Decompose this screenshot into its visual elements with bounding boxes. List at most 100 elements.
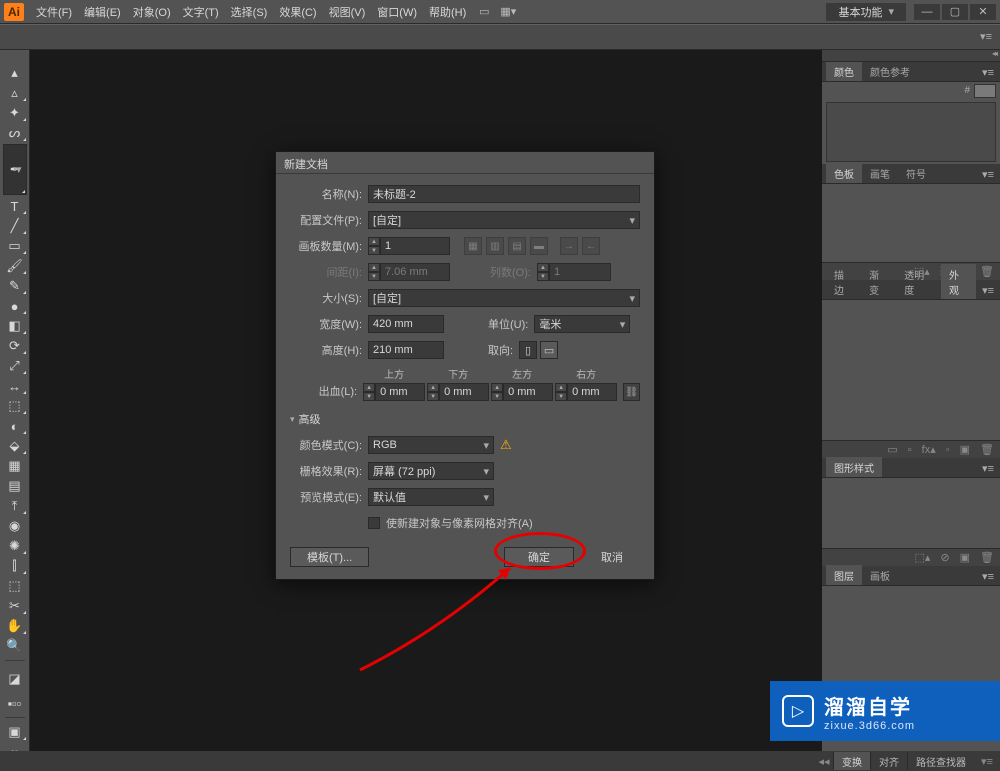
appear-fx-icon[interactable]: fx▴	[922, 443, 936, 456]
appear-icon-5[interactable]: ▣	[960, 443, 970, 456]
select-size[interactable]: [自定]	[368, 289, 640, 307]
tool-gradient[interactable]: ▤	[3, 477, 27, 495]
bleed-link-icon[interactable]: ⛓	[623, 383, 640, 401]
button-ok[interactable]: 确定	[504, 547, 574, 567]
min-button[interactable]: —	[914, 4, 940, 20]
panel-layers-menu[interactable]: ▾≡	[976, 570, 1000, 585]
tool-symbol-sprayer[interactable]: ✺	[3, 537, 27, 555]
select-unit[interactable]: 毫米	[534, 315, 630, 333]
panel-collapse[interactable]	[822, 50, 1000, 62]
tool-graph[interactable]: ⫿	[3, 557, 27, 575]
styles-new-icon[interactable]: ▣	[960, 551, 970, 564]
orient-landscape[interactable]: ▭	[540, 341, 558, 359]
menu-help[interactable]: 帮助(H)	[423, 4, 472, 20]
appear-icon-2[interactable]: ▫	[908, 444, 912, 456]
tab-layers[interactable]: 图层	[826, 565, 862, 585]
menu-object[interactable]: 对象(O)	[127, 4, 177, 20]
spinner-bleed-bottom[interactable]: ▲▼	[427, 383, 439, 401]
input-width[interactable]	[368, 315, 444, 333]
grid-by-row-icon[interactable]: ▦	[464, 237, 482, 255]
select-profile[interactable]: [自定]	[368, 211, 640, 229]
max-button[interactable]: ▢	[942, 4, 968, 20]
checkbox-align-pixel[interactable]	[368, 517, 380, 529]
input-bleed-bottom[interactable]	[439, 383, 489, 401]
color-spectrum[interactable]	[826, 102, 996, 162]
tool-paintbrush[interactable]: 🖌	[3, 257, 27, 275]
orient-portrait[interactable]: ▯	[519, 341, 537, 359]
tool-hand[interactable]: ✋	[3, 617, 27, 635]
tool-artboard[interactable]: ⬚	[3, 577, 27, 595]
tool-pen[interactable]: ✒	[3, 144, 27, 195]
workspace-switcher[interactable]: 基本功能▾	[826, 3, 906, 21]
input-name[interactable]	[368, 185, 640, 203]
tab-stroke[interactable]: 描边	[826, 264, 861, 299]
button-cancel[interactable]: 取消	[584, 547, 640, 567]
spinner-bleed-top[interactable]: ▲▼	[363, 383, 375, 401]
tab-brushes[interactable]: 画笔	[862, 163, 898, 183]
tab-gradient[interactable]: 渐变	[861, 264, 896, 299]
tool-type[interactable]: T	[3, 197, 27, 215]
input-artboards[interactable]	[380, 237, 450, 255]
tool-magic-wand[interactable]: ✦	[3, 104, 27, 122]
status-tab-pathfinder[interactable]: 路径查找器	[907, 752, 974, 770]
input-bleed-left[interactable]	[503, 383, 553, 401]
section-advanced[interactable]: 高级	[290, 411, 640, 427]
select-colormode[interactable]: RGB	[368, 436, 494, 454]
menu-file[interactable]: 文件(F)	[30, 4, 78, 20]
panel-styles-menu[interactable]: ▾≡	[976, 462, 1000, 477]
tool-eraser[interactable]: ◧	[3, 317, 27, 335]
ltr-icon[interactable]: →	[560, 237, 578, 255]
input-bleed-right[interactable]	[567, 383, 617, 401]
tool-mesh[interactable]: ▦	[3, 457, 27, 475]
tool-width[interactable]: ↔	[3, 377, 27, 395]
tab-symbols[interactable]: 符号	[898, 163, 934, 183]
status-menu-icon[interactable]: ▾≡	[978, 753, 996, 769]
close-button[interactable]: ✕	[970, 4, 996, 20]
status-tab-transform[interactable]: 变换	[833, 752, 870, 770]
menu-view[interactable]: 视图(V)	[323, 4, 372, 20]
tab-transparency[interactable]: 透明度	[896, 264, 941, 299]
appear-icon-4[interactable]: ◦	[946, 444, 950, 456]
button-template[interactable]: 模板(T)...	[290, 547, 369, 567]
tab-graphic-styles[interactable]: 图形样式	[826, 457, 882, 477]
tool-selection[interactable]: ▴	[3, 64, 27, 82]
tool-rectangle[interactable]: ▭	[3, 237, 27, 255]
tool-perspective[interactable]: ⬙	[3, 437, 27, 455]
menu-edit[interactable]: 编辑(E)	[78, 4, 127, 20]
status-tab-align[interactable]: 对齐	[870, 752, 907, 770]
tool-blob[interactable]: ●	[3, 297, 27, 315]
input-bleed-top[interactable]	[375, 383, 425, 401]
tool-pencil[interactable]: ✎	[3, 277, 27, 295]
menu-select[interactable]: 选择(S)	[225, 4, 274, 20]
screen-mode[interactable]: ▣	[3, 723, 27, 741]
tab-appearance[interactable]: 外观	[941, 264, 976, 299]
arrange-col-icon[interactable]: ▬	[530, 237, 548, 255]
rtl-icon[interactable]: ←	[582, 237, 600, 255]
styles-trash-icon[interactable]: 🗑	[980, 551, 994, 564]
grid-by-col-icon[interactable]: ▥	[486, 237, 504, 255]
tool-zoom[interactable]: 🔍	[3, 637, 27, 655]
control-menu-icon[interactable]: ▾≡	[980, 30, 992, 43]
input-height[interactable]	[368, 341, 444, 359]
tool-direct-selection[interactable]: ▵	[3, 84, 27, 102]
menu-type[interactable]: 文字(T)	[177, 4, 225, 20]
panel-stroke-menu[interactable]: ▾≡	[976, 284, 1000, 299]
styles-lib-icon[interactable]: ⬚▴	[914, 551, 930, 564]
color-mode-row[interactable]: ▪▫▫	[3, 694, 27, 712]
select-raster[interactable]: 屏幕 (72 ppi)	[368, 462, 494, 480]
arrange-icon[interactable]: ▦▾	[499, 4, 517, 20]
appear-trash-icon[interactable]: 🗑	[980, 443, 994, 456]
swatch-trash-icon[interactable]: 🗑	[980, 265, 994, 278]
panel-color-menu[interactable]: ▾≡	[976, 66, 1000, 81]
tab-swatches[interactable]: 色板	[826, 163, 862, 183]
tool-shape-builder[interactable]: ◐	[3, 417, 27, 435]
tool-free-transform[interactable]: ⬚	[3, 397, 27, 415]
select-preview[interactable]: 默认值	[368, 488, 494, 506]
hex-swatch[interactable]	[974, 84, 996, 98]
status-expand-icon[interactable]: ◂◂	[815, 753, 833, 769]
menu-window[interactable]: 窗口(W)	[371, 4, 423, 20]
tool-lasso[interactable]: ᔕ	[3, 124, 27, 142]
tool-rotate[interactable]: ⟳	[3, 337, 27, 355]
spinner-artboards[interactable]: ▲▼	[368, 237, 380, 255]
menu-effect[interactable]: 效果(C)	[273, 4, 322, 20]
